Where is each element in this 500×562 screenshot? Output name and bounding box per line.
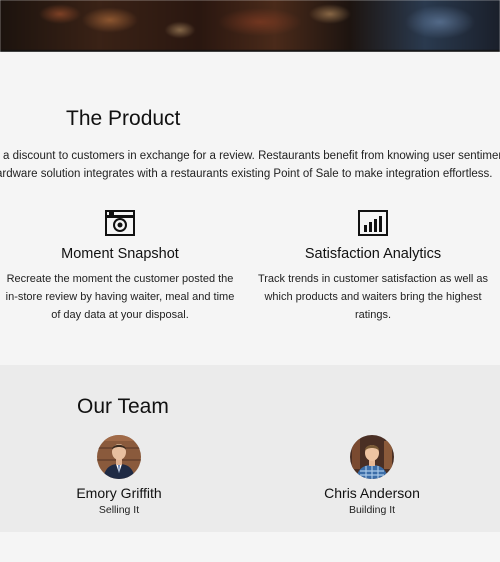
feature-description: Track trends in customer satisfaction as… [253, 270, 493, 324]
feature-title: Satisfaction Analytics [304, 246, 442, 262]
footer-strip [0, 532, 500, 562]
feature-moment-snapshot: Moment Snapshot Recreate the moment the … [0, 210, 240, 324]
team-member-role: Selling It [98, 504, 140, 516]
feature-description-line: Track trends in customer satisfaction as… [257, 273, 489, 285]
feature-description-line: ratings. [354, 309, 392, 321]
bar-chart-icon [358, 210, 388, 236]
feature-description-line: in-store review by having waiter, meal a… [5, 291, 235, 303]
avatar [350, 435, 394, 479]
team-member-name: Chris Anderson [324, 485, 420, 501]
avatar [97, 435, 141, 479]
product-intro-line: ardware solution integrates with a resta… [0, 168, 493, 180]
feature-satisfaction-analytics: Satisfaction Analytics Track trends in c… [253, 210, 493, 324]
product-section: The Product r a discount to customers in… [0, 52, 500, 365]
product-section-title: The Product [66, 107, 181, 130]
product-intro-text: r a discount to customers in exchange fo… [0, 147, 500, 183]
team-section: Our Team Emory Griffith Selling It Chris… [0, 365, 500, 532]
feature-description-line: of day data at your disposal. [51, 309, 189, 321]
product-intro-line: r a discount to customers in exchange fo… [0, 150, 500, 162]
team-member-name: Emory Griffith [76, 485, 162, 501]
team-member-card: Chris Anderson Building It [282, 435, 462, 516]
feature-description: Recreate the moment the customer posted … [0, 270, 240, 324]
feature-title: Moment Snapshot [61, 246, 179, 262]
team-member-role: Building It [348, 504, 396, 516]
feature-description-line: which products and waiters bring the hig… [264, 291, 482, 303]
team-section-title: Our Team [77, 395, 169, 418]
camera-icon [105, 210, 135, 236]
team-member-card: Emory Griffith Selling It [29, 435, 209, 516]
hero-banner-image [0, 0, 500, 52]
feature-description-line: Recreate the moment the customer posted … [6, 273, 234, 285]
